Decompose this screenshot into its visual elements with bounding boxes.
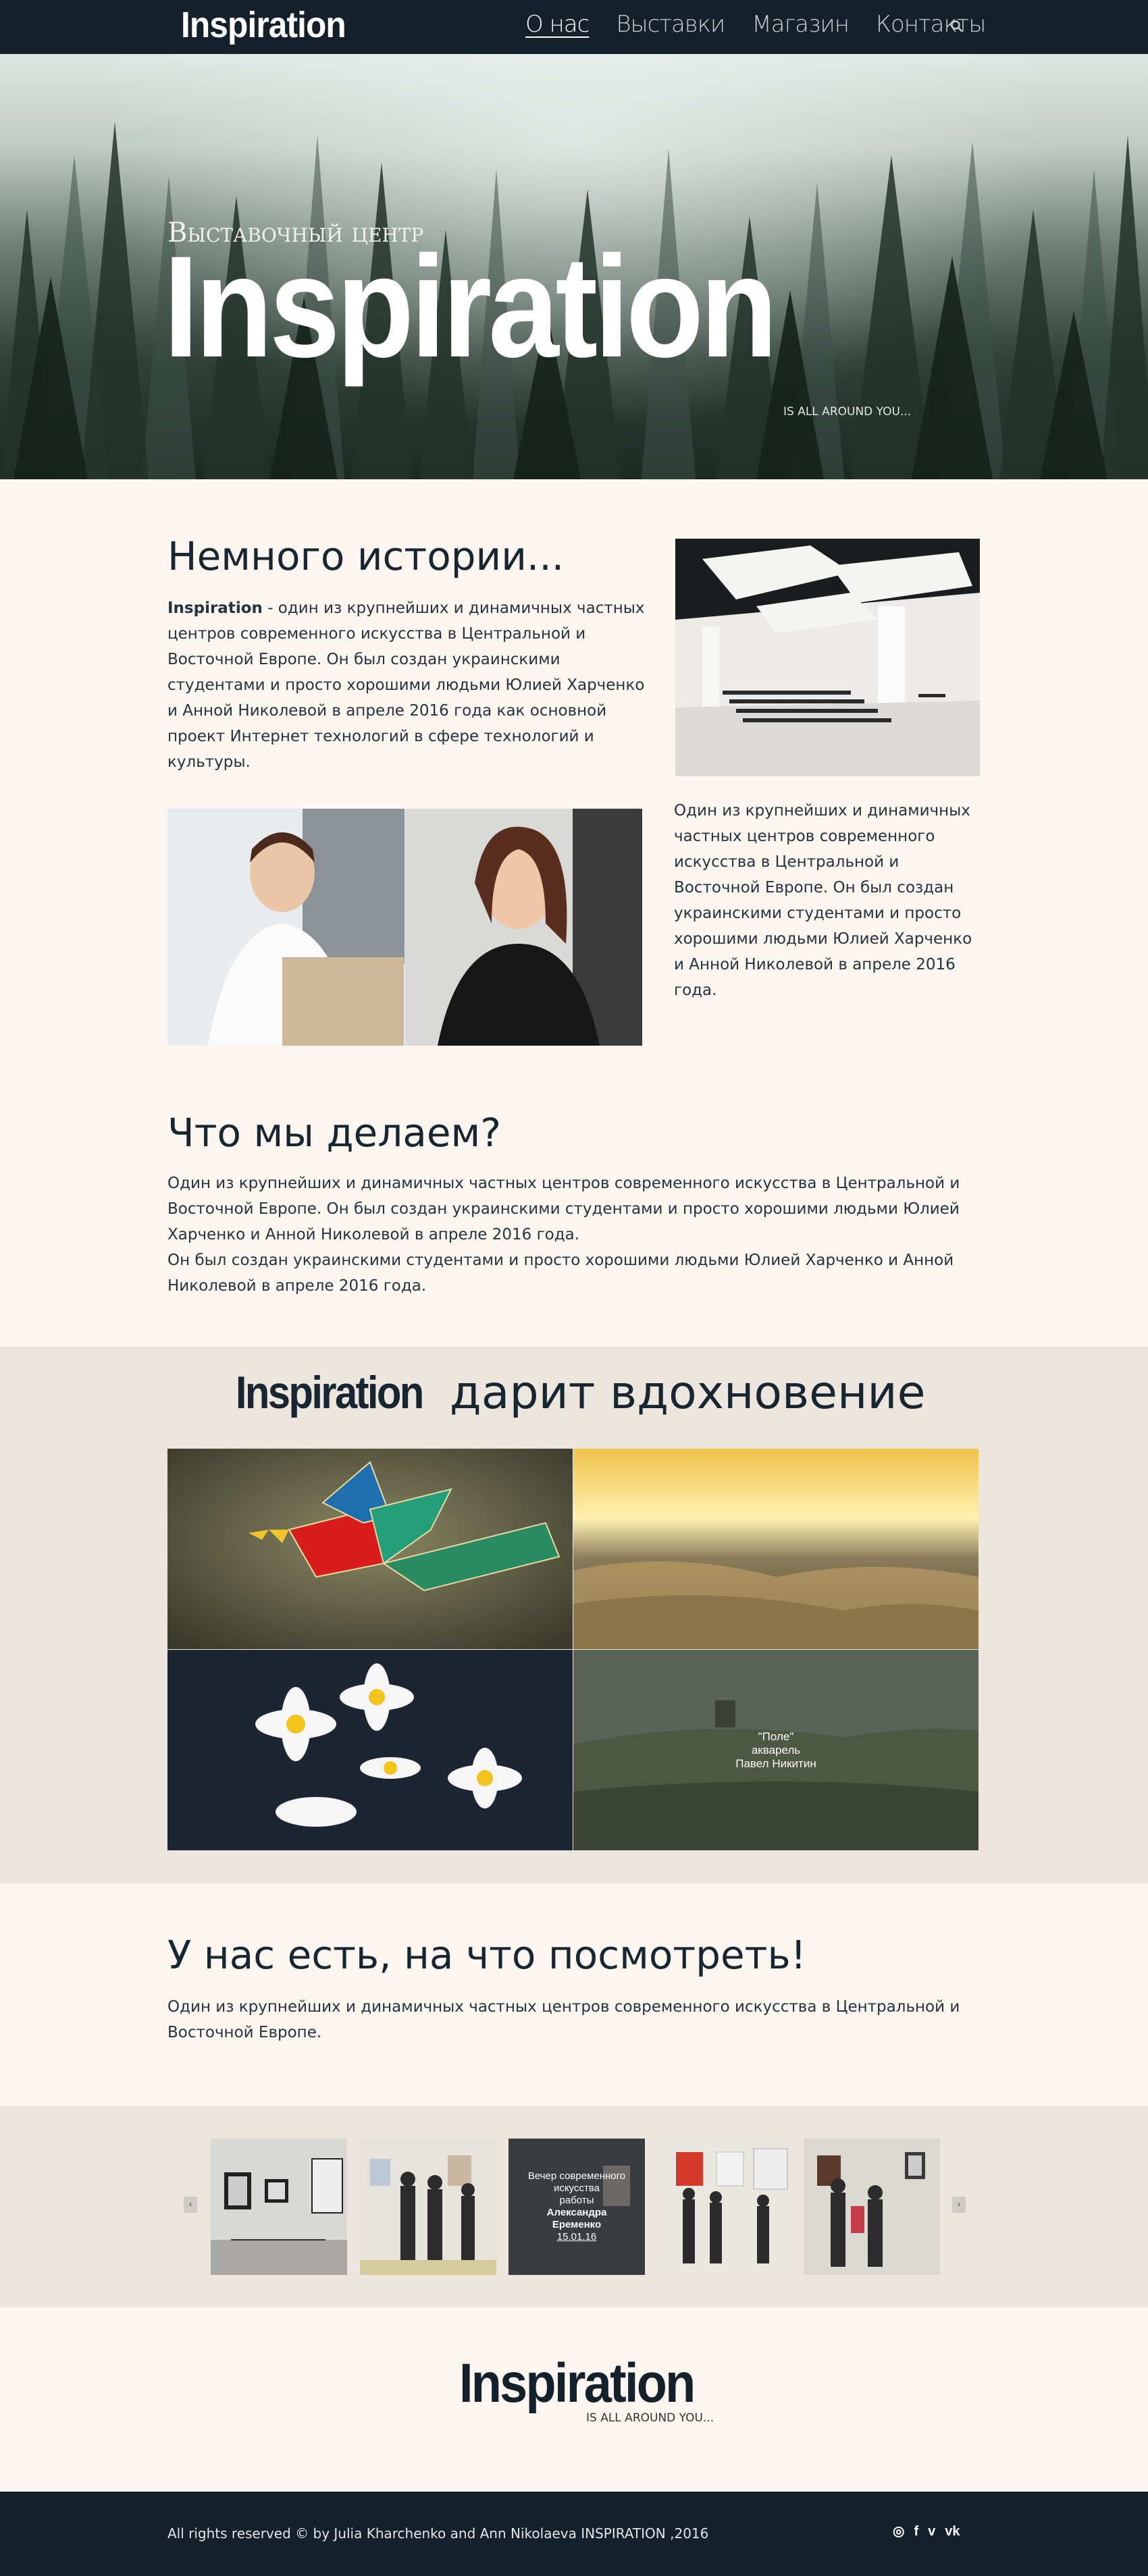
side-text: Один из крупнейших и динамичных частных …: [674, 802, 972, 999]
caption-title: "Поле": [758, 1729, 794, 1743]
carousel-next-button[interactable]: ›: [952, 2197, 966, 2213]
event-line-5: Еременко: [552, 2219, 602, 2230]
hero-banner: Выставочный центр Inspiration IS ALL ARO…: [0, 54, 1148, 479]
hero-title: Inspiration: [163, 226, 778, 387]
site-logo[interactable]: Inspiration: [181, 4, 346, 46]
nav-link-exhibitions[interactable]: Выставки: [616, 11, 725, 38]
what-we-do-paragraph-1: Один из крупнейших и динамичных частных …: [167, 1175, 960, 1243]
gallery-item-sunset[interactable]: [573, 1449, 979, 1649]
copyright-text: All rights reserved © by Julia Kharchenk…: [167, 2525, 709, 2542]
gallery-heading-brand: Inspiration: [235, 1367, 423, 1418]
search-icon[interactable]: [950, 20, 964, 33]
top-navbar: Inspiration О нас Выставки Магазин Конта…: [0, 0, 1148, 54]
caption-artist: Павел Никитин: [735, 1756, 816, 1770]
what-we-do-text: Один из крупнейших и динамичных частных …: [167, 1171, 985, 1299]
main-menu: О нас Выставки Магазин Контакты: [525, 11, 986, 38]
event-line-4: Александра: [546, 2207, 607, 2218]
footer-tagline: IS ALL AROUND YOU...: [586, 2411, 714, 2425]
gallery-heading: Inspiration дарит вдохновение: [0, 1366, 1148, 1420]
vk-icon[interactable]: vk: [945, 2523, 960, 2540]
gallery-grid: "Поле" акварель Павел Никитин: [167, 1449, 979, 1850]
carousel-item-museum-visitors[interactable]: [804, 2139, 940, 2275]
event-line-2: искусства: [554, 2182, 600, 2194]
social-links: ◎ f v vk: [893, 2523, 960, 2540]
history-heading: Немного истории...: [167, 533, 565, 579]
gallery-item-field-painting[interactable]: "Поле" акварель Павел Никитин: [573, 1650, 979, 1850]
event-date[interactable]: 15.01.16: [557, 2231, 596, 2243]
instagram-icon[interactable]: ◎: [893, 2523, 904, 2540]
gallery-heading-rest: дарит вдохновение: [435, 1366, 926, 1420]
founders-image: [167, 809, 642, 1046]
what-we-do-heading: Что мы делаем?: [167, 1110, 502, 1156]
carousel-item-visitors[interactable]: [360, 2139, 496, 2275]
event-line-3: работы: [559, 2195, 594, 2206]
event-caption: Вечер современного искусства работы Алек…: [508, 2139, 645, 2275]
history-brand: Inspiration: [167, 599, 263, 617]
what-we-do-paragraph-2: Он был создан украинскими студентами и п…: [167, 1252, 954, 1295]
caption-medium: акварель: [751, 1743, 801, 1756]
event-line-1: Вечер современного: [527, 2170, 626, 2182]
nav-link-contacts[interactable]: Контакты: [876, 11, 986, 38]
footer-logo[interactable]: Inspiration: [459, 2356, 696, 2411]
carousel-prev-button[interactable]: ‹: [184, 2197, 197, 2213]
nav-link-shop[interactable]: Магазин: [752, 11, 850, 38]
gallery-item-daisies[interactable]: [167, 1650, 573, 1850]
look-heading: У нас есть, на что посмотреть!: [167, 1932, 806, 1978]
vimeo-icon[interactable]: v: [928, 2523, 935, 2540]
look-text: Один из крупнейших и динамичных частных …: [167, 1998, 960, 2041]
gallery-caption: "Поле" акварель Павел Никитин: [573, 1650, 979, 1850]
history-text: Inspiration - один из крупнейших и динам…: [167, 595, 647, 775]
history-body: - один из крупнейших и динамичных частны…: [167, 599, 645, 771]
exhibition-hall-image: [675, 539, 980, 776]
nav-link-about[interactable]: О нас: [525, 11, 590, 38]
carousel-item-gallery-room[interactable]: [211, 2139, 347, 2275]
page: Inspiration О нас Выставки Магазин Конта…: [0, 0, 1148, 2576]
carousel-item-event[interactable]: Вечер современного искусства работы Алек…: [508, 2139, 645, 2275]
hero-tagline: IS ALL AROUND YOU...: [783, 405, 912, 419]
carousel-item-exhibition-crowd[interactable]: [656, 2139, 792, 2275]
gallery-item-origami-bird[interactable]: [167, 1449, 573, 1649]
facebook-icon[interactable]: f: [914, 2523, 918, 2540]
